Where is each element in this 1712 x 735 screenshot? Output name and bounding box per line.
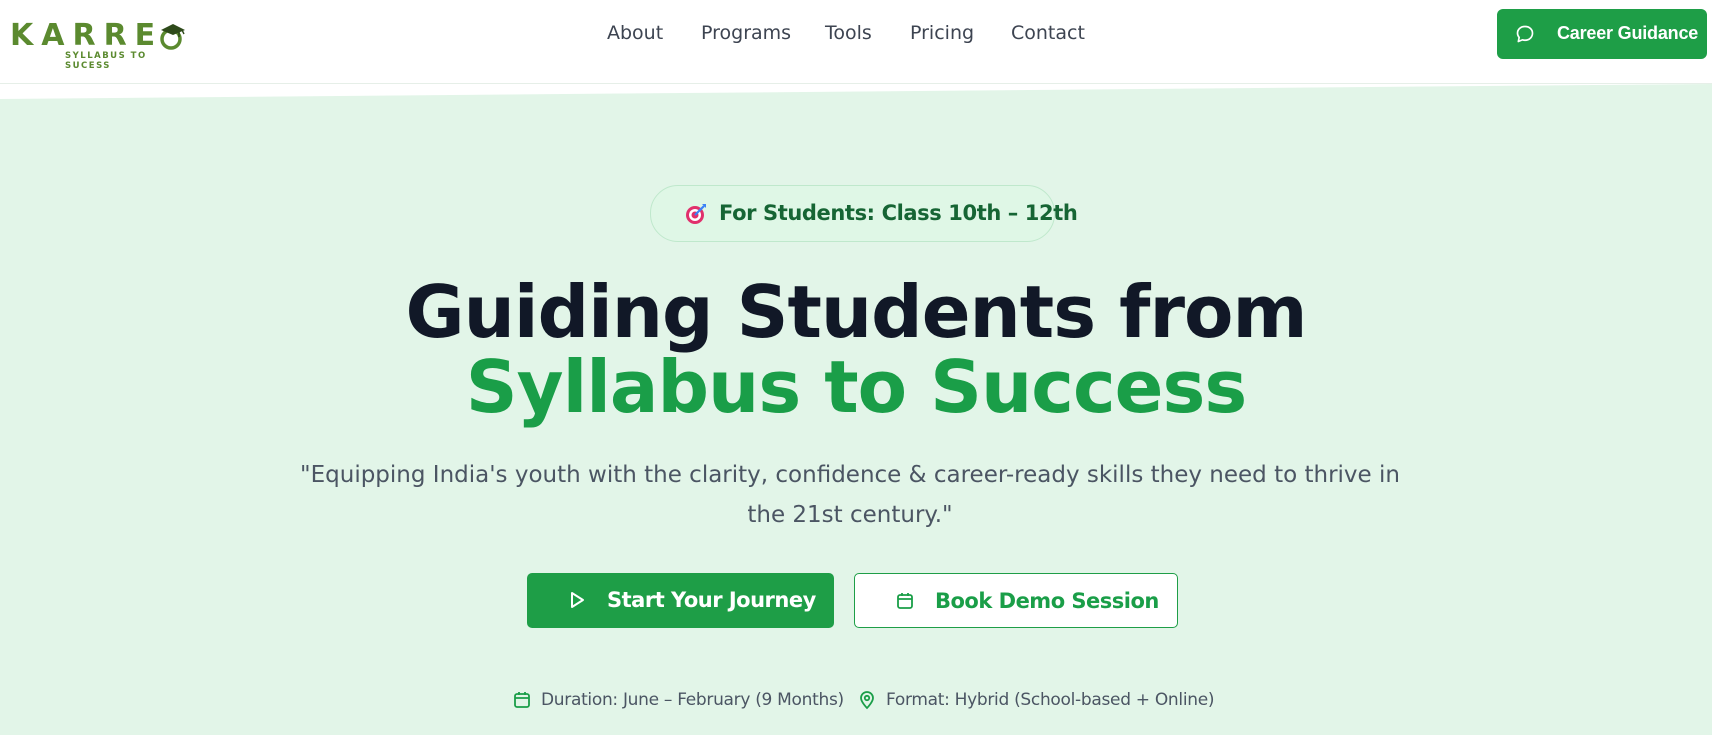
format-text: Format: Hybrid (School-based + Online): [886, 690, 1215, 710]
nav-link-about[interactable]: About: [607, 22, 663, 44]
career-guidance-button[interactable]: Career Guidance: [1497, 9, 1707, 59]
book-demo-label: Book Demo Session: [935, 589, 1159, 613]
target-icon: [686, 204, 706, 224]
book-demo-button[interactable]: Book Demo Session: [854, 573, 1178, 628]
hero-quote: "Equipping India's youth with the clarit…: [300, 462, 1400, 528]
calendar-icon: [897, 593, 913, 609]
duration-text: Duration: June – February (9 Months): [541, 690, 844, 710]
hero-edge-decoration: [0, 84, 1712, 99]
main-nav: About Programs Tools Pricing Contact: [0, 0, 1712, 70]
nav-link-pricing[interactable]: Pricing: [910, 22, 974, 44]
start-journey-button[interactable]: Start Your Journey: [527, 573, 834, 628]
hero-title-line-2: Syllabus to Success: [465, 345, 1247, 429]
calendar-icon: [514, 692, 530, 708]
audience-badge-label: For Students: Class 10th – 12th: [719, 201, 1078, 225]
hero-title-line-1: Guiding Students from: [405, 270, 1308, 354]
nav-link-contact[interactable]: Contact: [1011, 22, 1085, 44]
map-pin-icon: [860, 691, 874, 710]
start-journey-label: Start Your Journey: [607, 588, 816, 612]
chat-bubble-icon: [1516, 25, 1534, 43]
audience-badge: For Students: Class 10th – 12th: [650, 185, 1078, 242]
site-header: KARRE SYLLABUS TO SUCESS About Programs …: [0, 0, 1712, 84]
nav-link-programs[interactable]: Programs: [701, 22, 791, 44]
nav-link-tools[interactable]: Tools: [825, 22, 872, 44]
career-guidance-label: Career Guidance: [1557, 23, 1699, 43]
play-icon: [571, 592, 584, 608]
